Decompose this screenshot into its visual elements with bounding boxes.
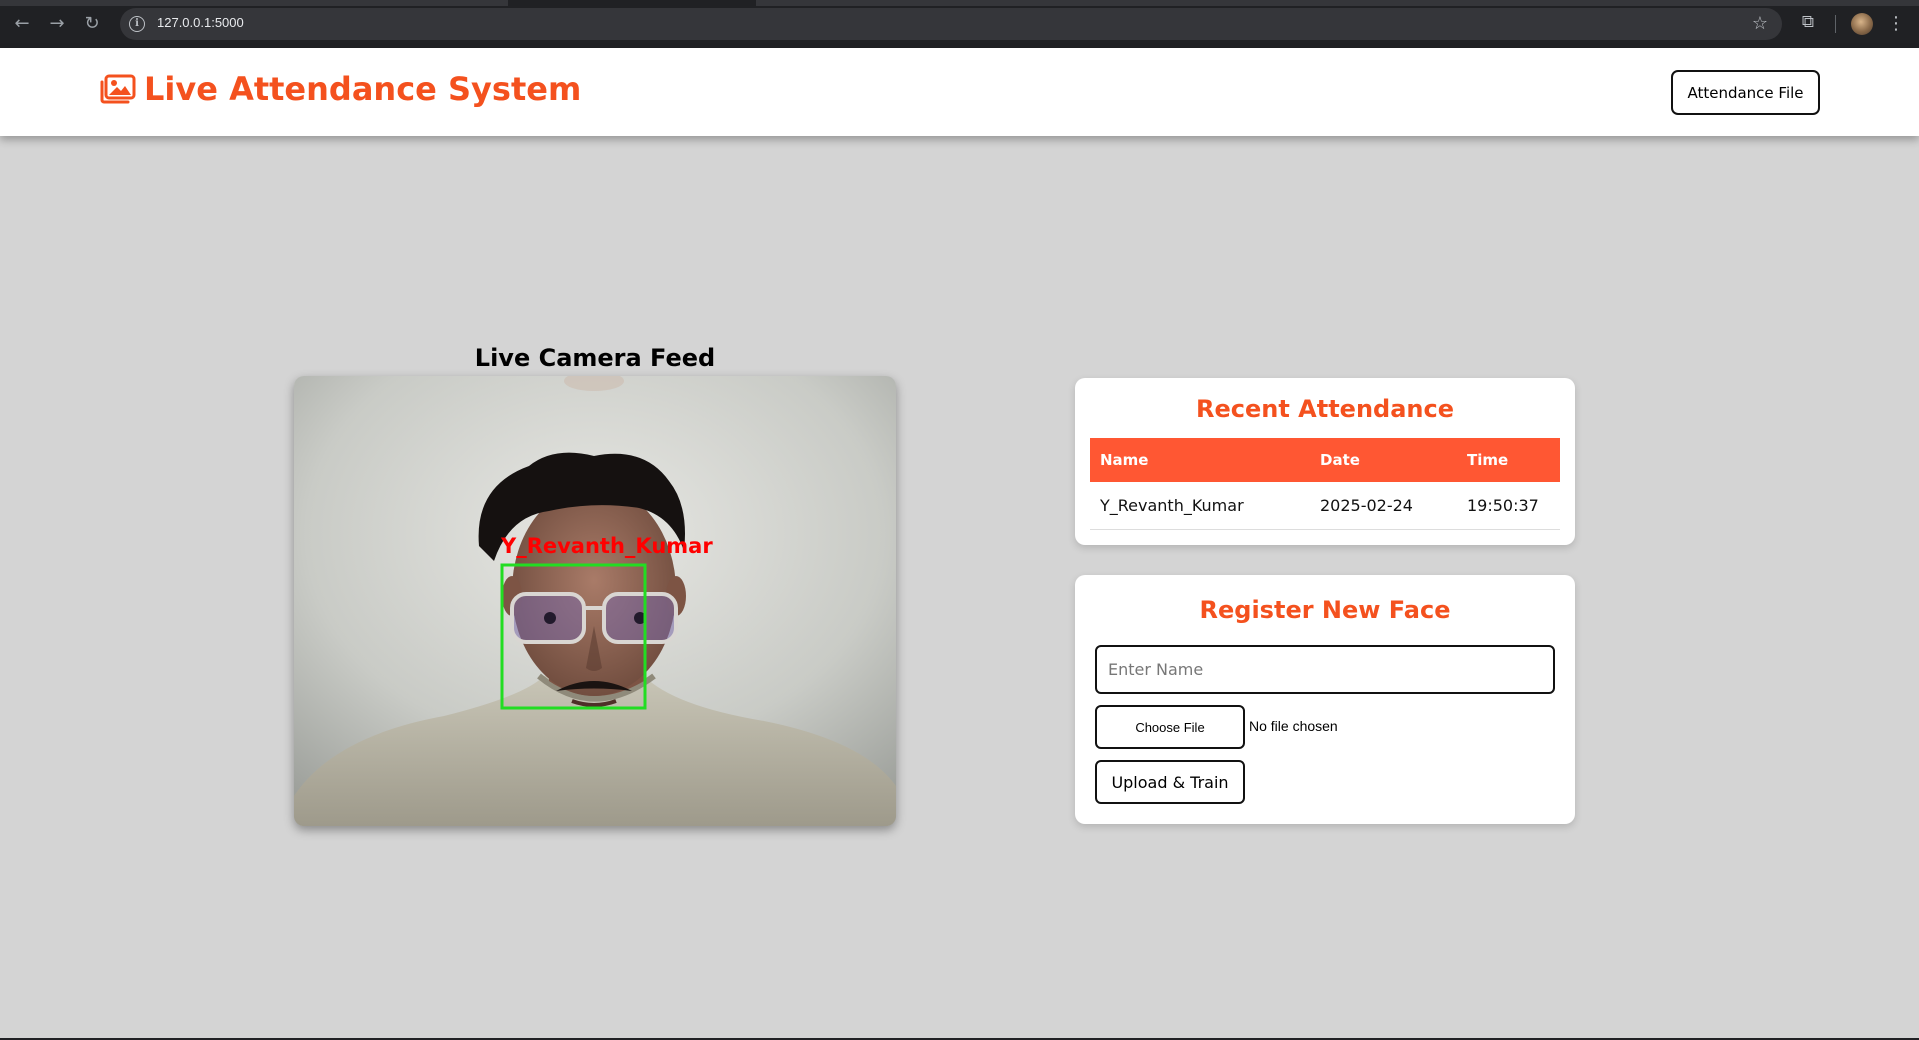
url-text[interactable]: 127.0.0.1:5000 xyxy=(157,15,244,30)
recent-attendance-card: Recent Attendance Name Date Time Y_Revan… xyxy=(1075,378,1575,545)
tab-strip xyxy=(0,0,1919,6)
cell-name: Y_Revanth_Kumar xyxy=(1090,482,1310,530)
extensions-icon[interactable]: ⧉ xyxy=(1796,12,1820,36)
toolbar-divider xyxy=(1835,15,1836,33)
column-header-date: Date xyxy=(1310,438,1457,482)
camera-title: Live Camera Feed xyxy=(474,344,716,372)
app-header: Live Attendance System Attendance File xyxy=(0,48,1919,136)
site-info-icon[interactable]: i xyxy=(129,16,145,32)
register-face-card: Register New Face Choose File No file ch… xyxy=(1075,575,1575,824)
choose-file-button[interactable]: Choose File xyxy=(1095,705,1245,749)
reload-icon[interactable]: ↻ xyxy=(80,12,104,36)
cell-time: 19:50:37 xyxy=(1457,482,1560,530)
cell-date: 2025-02-24 xyxy=(1310,482,1457,530)
address-bar[interactable]: i 127.0.0.1:5000 ☆ xyxy=(120,8,1782,40)
camera-frame xyxy=(294,376,896,826)
bookmark-star-icon[interactable]: ☆ xyxy=(1752,13,1768,34)
attendance-table: Name Date Time Y_Revanth_Kumar 2025-02-2… xyxy=(1090,438,1560,530)
images-icon xyxy=(100,74,136,104)
column-header-time: Time xyxy=(1457,438,1560,482)
brand: Live Attendance System xyxy=(100,70,581,108)
back-icon[interactable]: ← xyxy=(10,12,34,36)
more-menu-icon[interactable]: ⋮ xyxy=(1886,12,1906,36)
forward-icon[interactable]: → xyxy=(45,12,69,36)
upload-train-button[interactable]: Upload & Train xyxy=(1095,760,1245,804)
file-status-text: No file chosen xyxy=(1249,718,1338,734)
register-title: Register New Face xyxy=(1199,596,1451,624)
detected-face-label: Y_Revanth_Kumar xyxy=(501,534,713,558)
camera-feed: Y_Revanth_Kumar xyxy=(294,376,896,826)
browser-toolbar: ← → ↻ i 127.0.0.1:5000 ☆ ⧉ ⋮ xyxy=(0,0,1919,48)
profile-avatar[interactable] xyxy=(1851,13,1873,35)
app-title: Live Attendance System xyxy=(144,70,582,108)
name-input[interactable] xyxy=(1095,645,1555,694)
recent-attendance-title: Recent Attendance xyxy=(1195,395,1455,423)
table-row: Y_Revanth_Kumar 2025-02-24 19:50:37 xyxy=(1090,482,1560,530)
table-header-row: Name Date Time xyxy=(1090,438,1560,482)
active-tab[interactable] xyxy=(508,0,756,6)
attendance-file-button[interactable]: Attendance File xyxy=(1671,70,1820,115)
column-header-name: Name xyxy=(1090,438,1310,482)
